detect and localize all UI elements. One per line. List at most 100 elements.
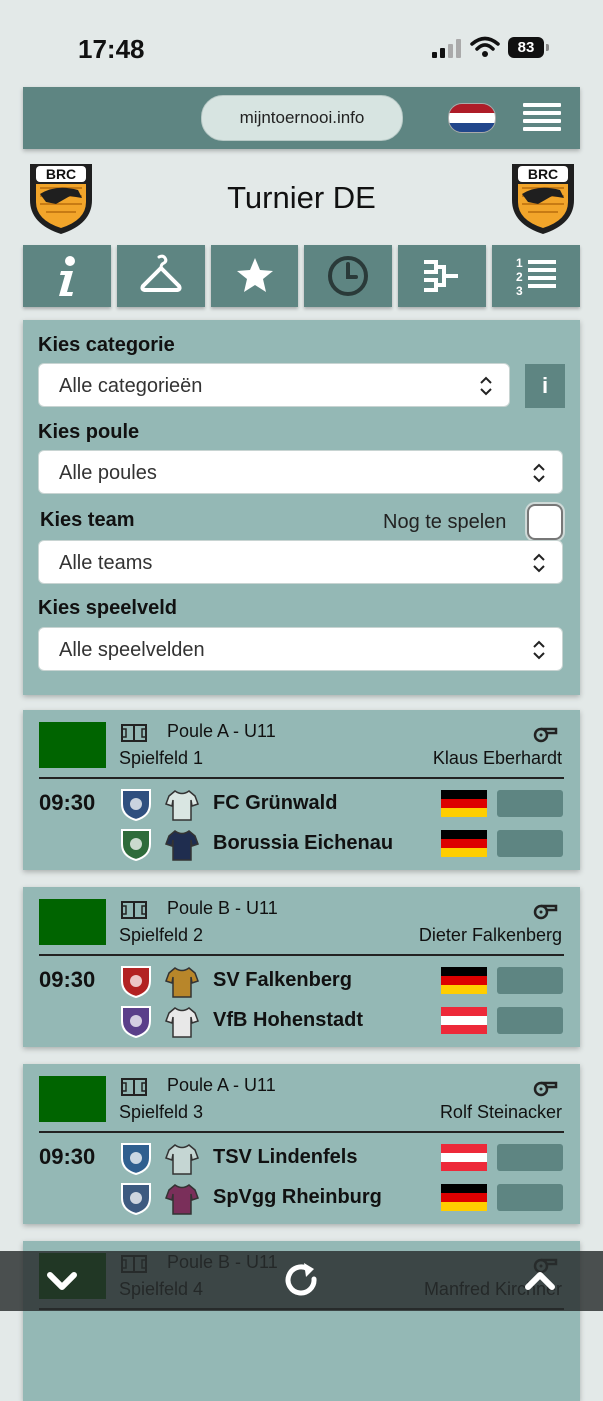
select-chevron-icon xyxy=(480,376,492,396)
match-referee: Rolf Steinacker xyxy=(439,1102,562,1122)
team-name: FC Grünwald xyxy=(213,792,338,814)
team-shirt-icon xyxy=(165,967,199,998)
at-flag-icon xyxy=(441,1007,487,1034)
tab-favorites[interactable] xyxy=(210,245,299,307)
team-name: SV Falkenberg xyxy=(213,969,352,991)
de-flag-icon xyxy=(441,830,487,857)
refresh-icon[interactable] xyxy=(278,1257,326,1305)
team-name: VfB Hohenstadt xyxy=(213,1009,363,1031)
category-label: Kies categorie xyxy=(38,334,175,356)
select-chevron-icon xyxy=(533,640,545,660)
navbar: mijntoernooi.info xyxy=(23,87,580,149)
de-flag-icon xyxy=(441,967,487,994)
divider xyxy=(39,777,564,779)
hamburger-menu-icon[interactable] xyxy=(523,103,561,133)
de-flag-icon xyxy=(441,1184,487,1211)
team-crest-icon xyxy=(121,829,151,862)
match-card[interactable]: Poule A - U11 Spielfeld 3 Rolf Steinacke… xyxy=(23,1064,580,1224)
tab-bracket[interactable] xyxy=(398,245,487,307)
team-crest-icon xyxy=(121,1006,151,1039)
status-bar: 17:48 83 xyxy=(0,0,603,90)
team-label: Kies team xyxy=(40,509,135,531)
team-crest-icon xyxy=(121,1183,151,1216)
match-status-indicator xyxy=(39,1076,106,1122)
field-icon xyxy=(121,901,147,919)
nog-te-spelen-checkbox[interactable] xyxy=(527,504,563,540)
field-icon xyxy=(121,724,147,742)
match-status-indicator xyxy=(39,899,106,945)
team-name: SpVgg Rheinburg xyxy=(213,1186,382,1208)
field-select[interactable]: Alle speelvelden xyxy=(38,627,563,671)
divider xyxy=(39,1131,564,1133)
bracket-icon xyxy=(424,260,459,292)
chevron-down-icon[interactable] xyxy=(38,1257,86,1305)
match-referee: Klaus Eberhardt xyxy=(432,748,562,768)
tab-ranking[interactable]: 1 2 3 xyxy=(492,245,580,307)
chevron-up-icon[interactable] xyxy=(516,1257,564,1305)
team-name: Borussia Eichenau xyxy=(213,832,394,854)
status-time: 17:48 xyxy=(78,34,145,64)
home-team-row[interactable]: FC Grünwald xyxy=(23,786,580,822)
score-box xyxy=(497,1007,563,1034)
select-chevron-icon xyxy=(533,463,545,483)
ranking-list-icon: 1 2 3 xyxy=(516,256,557,298)
poule-select-value: Alle poules xyxy=(59,462,157,484)
whistle-icon xyxy=(533,904,558,920)
tab-bar: 1 2 3 xyxy=(23,245,580,307)
away-team-row[interactable]: Borussia Eichenau xyxy=(23,826,580,862)
poule-select[interactable]: Alle poules xyxy=(38,450,563,494)
team-crest-icon xyxy=(121,966,151,999)
team-shirt-icon xyxy=(165,1007,199,1038)
score-box xyxy=(497,790,563,817)
whistle-icon xyxy=(533,1081,558,1097)
nl-flag-icon[interactable] xyxy=(448,103,496,133)
field-icon xyxy=(121,1078,147,1096)
team-shirt-icon xyxy=(165,790,199,821)
tab-hanger[interactable] xyxy=(116,245,205,307)
whistle-icon xyxy=(533,727,558,743)
match-poule: Poule B - U11 xyxy=(167,898,278,918)
de-flag-icon xyxy=(441,790,487,817)
team-name: TSV Lindenfels xyxy=(213,1146,358,1168)
battery-icon: 83 xyxy=(508,37,549,58)
select-chevron-icon xyxy=(533,553,545,573)
svg-text:1: 1 xyxy=(516,256,523,270)
tab-schedule[interactable] xyxy=(304,245,393,307)
team-crest-icon xyxy=(121,789,151,822)
poule-label: Kies poule xyxy=(38,421,140,443)
svg-text:3: 3 xyxy=(516,284,523,298)
away-team-row[interactable]: VfB Hohenstadt xyxy=(23,1003,580,1039)
category-select[interactable]: Alle categorieën xyxy=(38,363,510,407)
score-box xyxy=(497,967,563,994)
bottom-toolbar xyxy=(0,1251,603,1311)
team-select-value: Alle teams xyxy=(59,552,153,574)
clock-icon xyxy=(328,256,369,296)
filter-panel: Kies categorie Alle categorieën i Kies p… xyxy=(23,320,580,695)
match-card[interactable]: Poule A - U11 Spielfeld 1 Klaus Eberhard… xyxy=(23,710,580,870)
score-box xyxy=(497,830,563,857)
home-team-row[interactable]: TSV Lindenfels xyxy=(23,1140,580,1176)
page-title: Turnier DE xyxy=(227,180,376,215)
tab-info[interactable] xyxy=(23,245,111,307)
match-referee: Dieter Falkenberg xyxy=(418,925,562,945)
site-url-button[interactable]: mijntoernooi.info xyxy=(201,95,403,141)
team-shirt-icon xyxy=(165,1184,199,1215)
match-card[interactable]: Poule B - U11 Spielfeld 2 Dieter Falkenb… xyxy=(23,887,580,1047)
category-select-value: Alle categorieën xyxy=(59,375,203,397)
svg-text:2: 2 xyxy=(516,270,523,284)
team-select[interactable]: Alle teams xyxy=(38,540,563,584)
info-icon xyxy=(58,256,75,296)
star-icon xyxy=(236,258,273,292)
home-team-row[interactable]: SV Falkenberg xyxy=(23,963,580,999)
match-field: Spielfeld 2 xyxy=(119,925,204,945)
wifi-icon xyxy=(470,36,500,57)
match-status-indicator xyxy=(39,722,106,768)
team-crest-icon xyxy=(121,1143,151,1176)
match-field: Spielfeld 1 xyxy=(119,748,204,768)
category-info-button[interactable]: i xyxy=(525,364,565,408)
score-box xyxy=(497,1184,563,1211)
cellular-signal-icon xyxy=(432,38,462,58)
team-shirt-icon xyxy=(165,1144,199,1175)
at-flag-icon xyxy=(441,1144,487,1171)
away-team-row[interactable]: SpVgg Rheinburg xyxy=(23,1180,580,1216)
